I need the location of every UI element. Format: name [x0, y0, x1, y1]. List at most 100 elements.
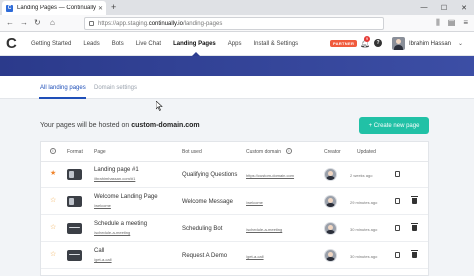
table-row[interactable]: ☆ Call /get-a-call Request A Demo /get-a… — [41, 243, 428, 269]
form-format-icon — [67, 250, 82, 261]
nav-live-chat[interactable]: Live Chat — [136, 41, 161, 47]
creator-avatar — [324, 168, 337, 181]
form-format-icon — [67, 223, 82, 234]
hero-band — [0, 56, 474, 76]
page-name[interactable]: Call — [94, 248, 104, 254]
window-controls: — ☐ ✕ — [414, 0, 474, 15]
bot-used[interactable]: Welcome Message — [182, 199, 233, 205]
table-row[interactable]: ☆ Schedule a meeting /schedule-a-meeting… — [41, 216, 428, 242]
updated-time: 29 minutes ago — [350, 200, 378, 205]
bot-used[interactable]: Request A Demo — [182, 253, 227, 259]
trash-icon[interactable] — [411, 250, 418, 258]
trash-icon[interactable] — [411, 223, 418, 231]
header-page: Page — [94, 149, 106, 155]
browser-tab[interactable]: C Landing Pages — Continually ✕ — [2, 1, 106, 15]
star-outline-icon[interactable]: ☆ — [50, 251, 56, 259]
active-tab-indicator — [39, 97, 86, 99]
partner-badge[interactable]: PARTNER — [330, 40, 358, 47]
url-scheme: https://app.staging. — [98, 20, 149, 27]
bot-used[interactable]: Scheduling Bot — [182, 226, 222, 232]
subtabs: All landing pages Domain settings — [0, 76, 474, 99]
copy-icon[interactable] — [395, 171, 400, 177]
browser-tab-bar: C Landing Pages — Continually ✕ + — ☐ ✕ — [0, 0, 474, 15]
host-info: Your pages will be hosted on custom-doma… — [40, 122, 200, 129]
tab-all-landing-pages[interactable]: All landing pages — [40, 85, 86, 91]
page-url[interactable]: /ibrahimhassan.com/#1 — [94, 176, 135, 181]
header-bot-used: Bot used — [182, 149, 202, 155]
page-name[interactable]: Welcome Landing Page — [94, 194, 158, 200]
browser-toolbar: ← → ↻ ⌂ https://app.staging. continually… — [0, 15, 474, 32]
close-window-icon[interactable]: ✕ — [454, 0, 474, 15]
trash-icon[interactable] — [411, 196, 418, 204]
copy-icon[interactable] — [395, 198, 400, 204]
star-icon[interactable]: ★ — [50, 170, 56, 178]
main-nav: Getting Started Leads Bots Live Chat Lan… — [31, 32, 310, 56]
host-domain: custom-domain.com — [131, 122, 200, 129]
minimize-icon[interactable]: — — [414, 0, 434, 15]
landing-pages-table: i Format Page Bot used Custom domain i C… — [40, 141, 429, 276]
star-outline-icon[interactable]: ☆ — [50, 224, 56, 232]
page-name[interactable]: Landing page #1 — [94, 167, 139, 173]
app-header: C Getting Started Leads Bots Live Chat L… — [0, 32, 474, 56]
home-icon[interactable]: ⌂ — [50, 18, 55, 28]
custom-domain-link[interactable]: /schedule-a-meeting — [246, 227, 282, 232]
forward-icon[interactable]: → — [20, 18, 28, 28]
help-icon[interactable]: ? — [374, 39, 382, 47]
header-custom-domain: Custom domain — [246, 149, 282, 155]
page-url[interactable]: /schedule-a-meeting — [94, 230, 130, 235]
table-row[interactable]: ☆ Welcome Landing Page /welcome Welcome … — [41, 189, 428, 215]
star-outline-icon[interactable]: ☆ — [50, 197, 56, 205]
page-url[interactable]: /get-a-call — [94, 257, 112, 262]
menu-icon[interactable]: ≡ — [463, 18, 468, 28]
domain-info-icon[interactable]: i — [286, 148, 292, 154]
user-name[interactable]: Ibrahim Hassan — [409, 41, 451, 47]
continually-logo[interactable]: C — [6, 36, 20, 52]
mouse-cursor-icon — [156, 101, 163, 111]
custom-domain-link[interactable]: https://custom-domain.com — [246, 173, 294, 178]
back-icon[interactable]: ← — [6, 18, 14, 28]
library-icon[interactable]: ⫼ — [436, 18, 440, 28]
creator-avatar — [324, 222, 337, 235]
header-format: Format — [67, 149, 83, 155]
header-updated: Updated — [357, 149, 376, 155]
page-url[interactable]: /welcome — [94, 203, 111, 208]
creator-avatar — [324, 249, 337, 262]
close-tab-icon[interactable]: ✕ — [98, 5, 103, 12]
url-domain: continually.io — [148, 20, 183, 27]
maximize-icon[interactable]: ☐ — [434, 0, 454, 15]
nav-getting-started[interactable]: Getting Started — [31, 41, 71, 47]
nav-landing-pages[interactable]: Landing Pages — [173, 41, 216, 56]
new-tab-icon[interactable]: + — [111, 2, 116, 13]
tab-domain-settings[interactable]: Domain settings — [94, 85, 137, 91]
copy-icon[interactable] — [395, 225, 400, 231]
reload-icon[interactable]: ↻ — [34, 18, 41, 28]
address-bar[interactable]: https://app.staging. continually.io /lan… — [84, 17, 384, 30]
nav-install-settings[interactable]: Install & Settings — [253, 41, 298, 47]
nav-leads[interactable]: Leads — [83, 41, 99, 47]
favicon-icon: C — [6, 4, 13, 12]
nav-bots[interactable]: Bots — [112, 41, 124, 47]
table-row[interactable]: ★ Landing page #1 /ibrahimhassan.com/#1 … — [41, 162, 428, 188]
custom-domain-link[interactable]: /welcome — [246, 200, 263, 205]
sidebar-icon[interactable]: ▤ — [448, 18, 456, 28]
custom-domain-link[interactable]: /get-a-call — [246, 254, 264, 259]
notification-badge: 9 — [364, 36, 370, 42]
copy-icon[interactable] — [395, 252, 400, 258]
chat-format-icon — [67, 169, 82, 180]
lock-icon — [89, 21, 94, 26]
nav-apps[interactable]: Apps — [228, 41, 242, 47]
create-new-page-button[interactable]: + Create new page — [359, 117, 429, 134]
header-creator: Creator — [324, 149, 341, 155]
creator-avatar — [324, 195, 337, 208]
bot-used[interactable]: Qualifying Questions — [182, 172, 237, 178]
info-icon[interactable]: i — [50, 148, 56, 154]
chat-format-icon — [67, 196, 82, 207]
page-name[interactable]: Schedule a meeting — [94, 221, 147, 227]
url-path: /landing-pages — [182, 20, 223, 27]
tab-title: Landing Pages — Continually — [17, 5, 97, 11]
updated-time: 30 minutes ago — [350, 227, 378, 232]
avatar[interactable] — [392, 37, 405, 50]
updated-time: 2 weeks ago — [350, 173, 373, 178]
updated-time: 30 minutes ago — [350, 254, 378, 259]
chevron-down-icon[interactable]: ⌄ — [458, 40, 463, 47]
